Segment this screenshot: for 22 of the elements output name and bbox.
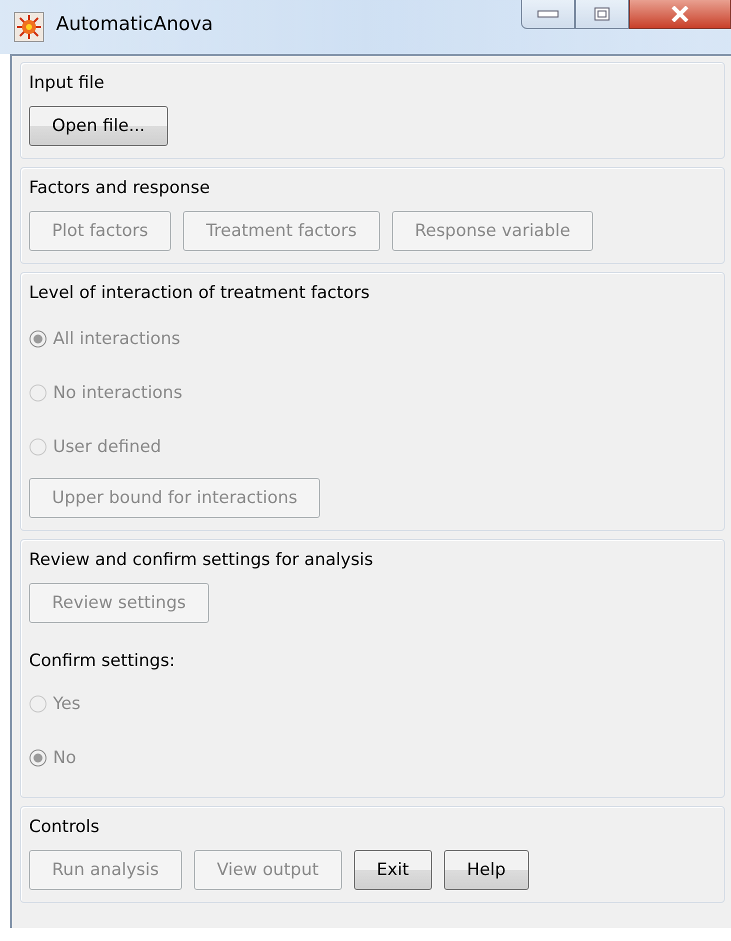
radio-label: No <box>53 748 76 768</box>
radio-label: Yes <box>53 694 80 714</box>
group-title: Level of interaction of treatment factors <box>29 283 370 303</box>
window-title: AutomaticAnova <box>56 13 213 35</box>
group-title: Review and confirm settings for analysis <box>29 550 374 570</box>
app-icon <box>14 12 44 42</box>
maximize-button[interactable] <box>575 0 629 29</box>
minimize-button[interactable] <box>521 0 575 29</box>
button[interactable]: Exit <box>354 850 432 890</box>
group-title: Factors and response <box>29 178 210 198</box>
confirm-label: Confirm settings: <box>29 650 176 673</box>
maximize-icon <box>594 7 610 21</box>
close-button[interactable] <box>629 0 731 29</box>
radio-label: All interactions <box>53 329 180 349</box>
radio-label: User defined <box>53 437 162 457</box>
button[interactable]: Open file... <box>29 106 168 146</box>
group-title: Input file <box>29 73 104 93</box>
group-title: Controls <box>29 817 100 837</box>
close-icon <box>670 6 690 22</box>
minimize-icon <box>537 9 559 19</box>
radio-label: No interactions <box>53 383 182 403</box>
button[interactable]: Help <box>444 850 529 890</box>
